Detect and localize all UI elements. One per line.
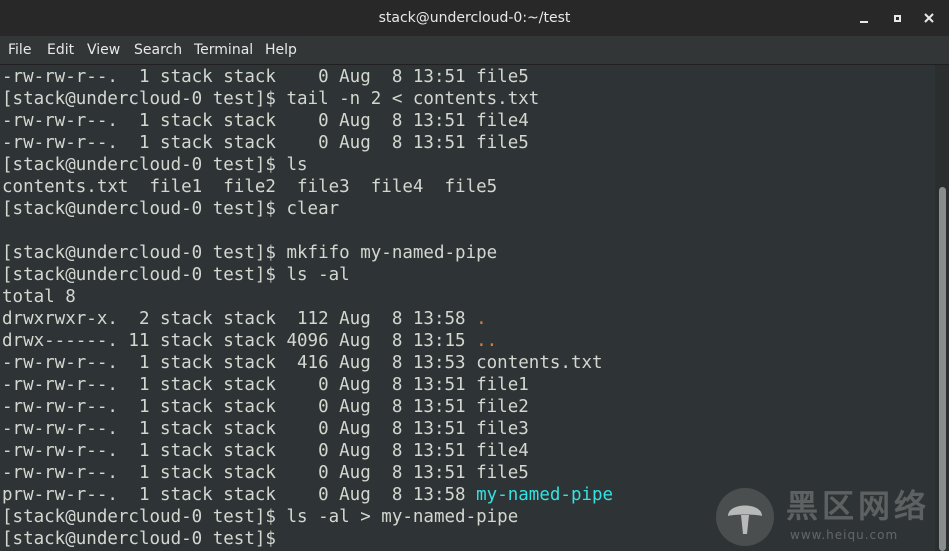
terminal-line: prw-rw-r--. 1 stack stack 0 Aug 8 13:58 … (2, 484, 613, 506)
terminal-text-segment: -rw-rw-r--. 1 stack stack 416 Aug 8 13:5… (2, 353, 603, 373)
terminal-text-segment: my-named-pipe (476, 485, 614, 505)
terminal-text-segment: [stack@undercloud-0 test]$ ls (2, 155, 308, 175)
terminal-line: -rw-rw-r--. 1 stack stack 0 Aug 8 13:51 … (2, 66, 529, 88)
terminal-line: -rw-rw-r--. 1 stack stack 0 Aug 8 13:51 … (2, 374, 529, 396)
terminal-text-segment: -rw-rw-r--. 1 stack stack 0 Aug 8 13:51 … (2, 441, 529, 461)
terminal-line: [stack@undercloud-0 test]$ (2, 528, 286, 550)
terminal-line: -rw-rw-r--. 1 stack stack 0 Aug 8 13:51 … (2, 396, 529, 418)
menu-bar: File Edit View Search Terminal Help (0, 36, 949, 65)
maximize-icon (893, 14, 901, 22)
vertical-scrollbar[interactable] (935, 65, 949, 551)
menu-edit[interactable]: Edit (47, 36, 74, 65)
terminal-line: -rw-rw-r--. 1 stack stack 416 Aug 8 13:5… (2, 352, 603, 374)
terminal-line: total 8 (2, 286, 76, 308)
terminal-text-segment: -rw-rw-r--. 1 stack stack 0 Aug 8 13:51 … (2, 133, 529, 153)
terminal-line: [stack@undercloud-0 test]$ ls -al (2, 264, 350, 286)
window-title: stack@undercloud-0:~/test (378, 10, 571, 26)
menu-search[interactable]: Search (134, 36, 182, 65)
terminal-line: [stack@undercloud-0 test]$ ls (2, 154, 308, 176)
minimize-button[interactable] (852, 6, 876, 30)
maximize-button[interactable] (885, 6, 909, 30)
terminal-text-segment: total 8 (2, 287, 76, 307)
terminal-text-segment: -rw-rw-r--. 1 stack stack 0 Aug 8 13:51 … (2, 67, 529, 87)
terminal-line: [stack@undercloud-0 test]$ ls -al > my-n… (2, 506, 518, 528)
terminal-line: [stack@undercloud-0 test]$ tail -n 2 < c… (2, 88, 539, 110)
terminal-line: -rw-rw-r--. 1 stack stack 0 Aug 8 13:51 … (2, 132, 529, 154)
menu-terminal[interactable]: Terminal (194, 36, 253, 65)
terminal-line: -rw-rw-r--. 1 stack stack 0 Aug 8 13:51 … (2, 418, 529, 440)
terminal-text-segment: contents.txt file1 file2 file3 file4 fil… (2, 177, 498, 197)
watermark: 黑区网络 www.heiqu.com (712, 484, 944, 548)
terminal-text-segment: -rw-rw-r--. 1 stack stack 0 Aug 8 13:51 … (2, 419, 529, 439)
terminal-text-segment: [stack@undercloud-0 test]$ mkfifo my-nam… (2, 243, 498, 263)
terminal-line: drwxrwxr-x. 2 stack stack 112 Aug 8 13:5… (2, 308, 487, 330)
terminal-line: [stack@undercloud-0 test]$ clear (2, 198, 339, 220)
terminal-text-segment: -rw-rw-r--. 1 stack stack 0 Aug 8 13:51 … (2, 463, 529, 483)
terminal-text-segment: [stack@undercloud-0 test]$ tail -n 2 < c… (2, 89, 540, 109)
terminal-line: contents.txt file1 file2 file3 file4 fil… (2, 176, 497, 198)
terminal-text-segment: [stack@undercloud-0 test]$ ls -al > my-n… (2, 507, 519, 527)
terminal-text-segment: [stack@undercloud-0 test]$ (2, 529, 287, 549)
terminal-line: -rw-rw-r--. 1 stack stack 0 Aug 8 13:51 … (2, 440, 529, 462)
minimize-icon (860, 21, 868, 23)
watermark-url: www.heiqu.com (790, 528, 899, 542)
terminal-text-segment: [stack@undercloud-0 test]$ ls -al (2, 265, 350, 285)
close-icon (924, 13, 934, 23)
menu-view[interactable]: View (87, 36, 120, 65)
terminal-text-segment: drwx------. 11 stack stack 4096 Aug 8 13… (2, 331, 477, 351)
terminal-output[interactable]: -rw-rw-r--. 1 stack stack 0 Aug 8 13:51 … (0, 65, 935, 551)
terminal-line: drwx------. 11 stack stack 4096 Aug 8 13… (2, 330, 497, 352)
terminal-text-segment: .. (476, 331, 498, 351)
terminal-text-segment: -rw-rw-r--. 1 stack stack 0 Aug 8 13:51 … (2, 111, 529, 131)
terminal-line: [stack@undercloud-0 test]$ mkfifo my-nam… (2, 242, 497, 264)
mushroom-logo-icon (716, 488, 774, 546)
close-button[interactable] (917, 6, 941, 30)
terminal-line: -rw-rw-r--. 1 stack stack 0 Aug 8 13:51 … (2, 110, 529, 132)
terminal-text-segment: -rw-rw-r--. 1 stack stack 0 Aug 8 13:51 … (2, 375, 529, 395)
menu-help[interactable]: Help (265, 36, 297, 65)
menu-file[interactable]: File (8, 36, 31, 65)
watermark-logo-text: 黑区网络 (786, 487, 931, 525)
terminal-text-segment: prw-rw-r--. 1 stack stack 0 Aug 8 13:58 (2, 485, 477, 505)
terminal-line: -rw-rw-r--. 1 stack stack 0 Aug 8 13:51 … (2, 462, 529, 484)
terminal-window: stack@undercloud-0:~/test File Edit View… (0, 0, 949, 551)
terminal-text-segment: drwxrwxr-x. 2 stack stack 112 Aug 8 13:5… (2, 309, 477, 329)
terminal-text-segment: [stack@undercloud-0 test]$ clear (2, 199, 340, 219)
terminal-text-segment: . (476, 309, 487, 329)
terminal-text-segment: -rw-rw-r--. 1 stack stack 0 Aug 8 13:51 … (2, 397, 529, 417)
title-bar[interactable]: stack@undercloud-0:~/test (0, 0, 949, 36)
